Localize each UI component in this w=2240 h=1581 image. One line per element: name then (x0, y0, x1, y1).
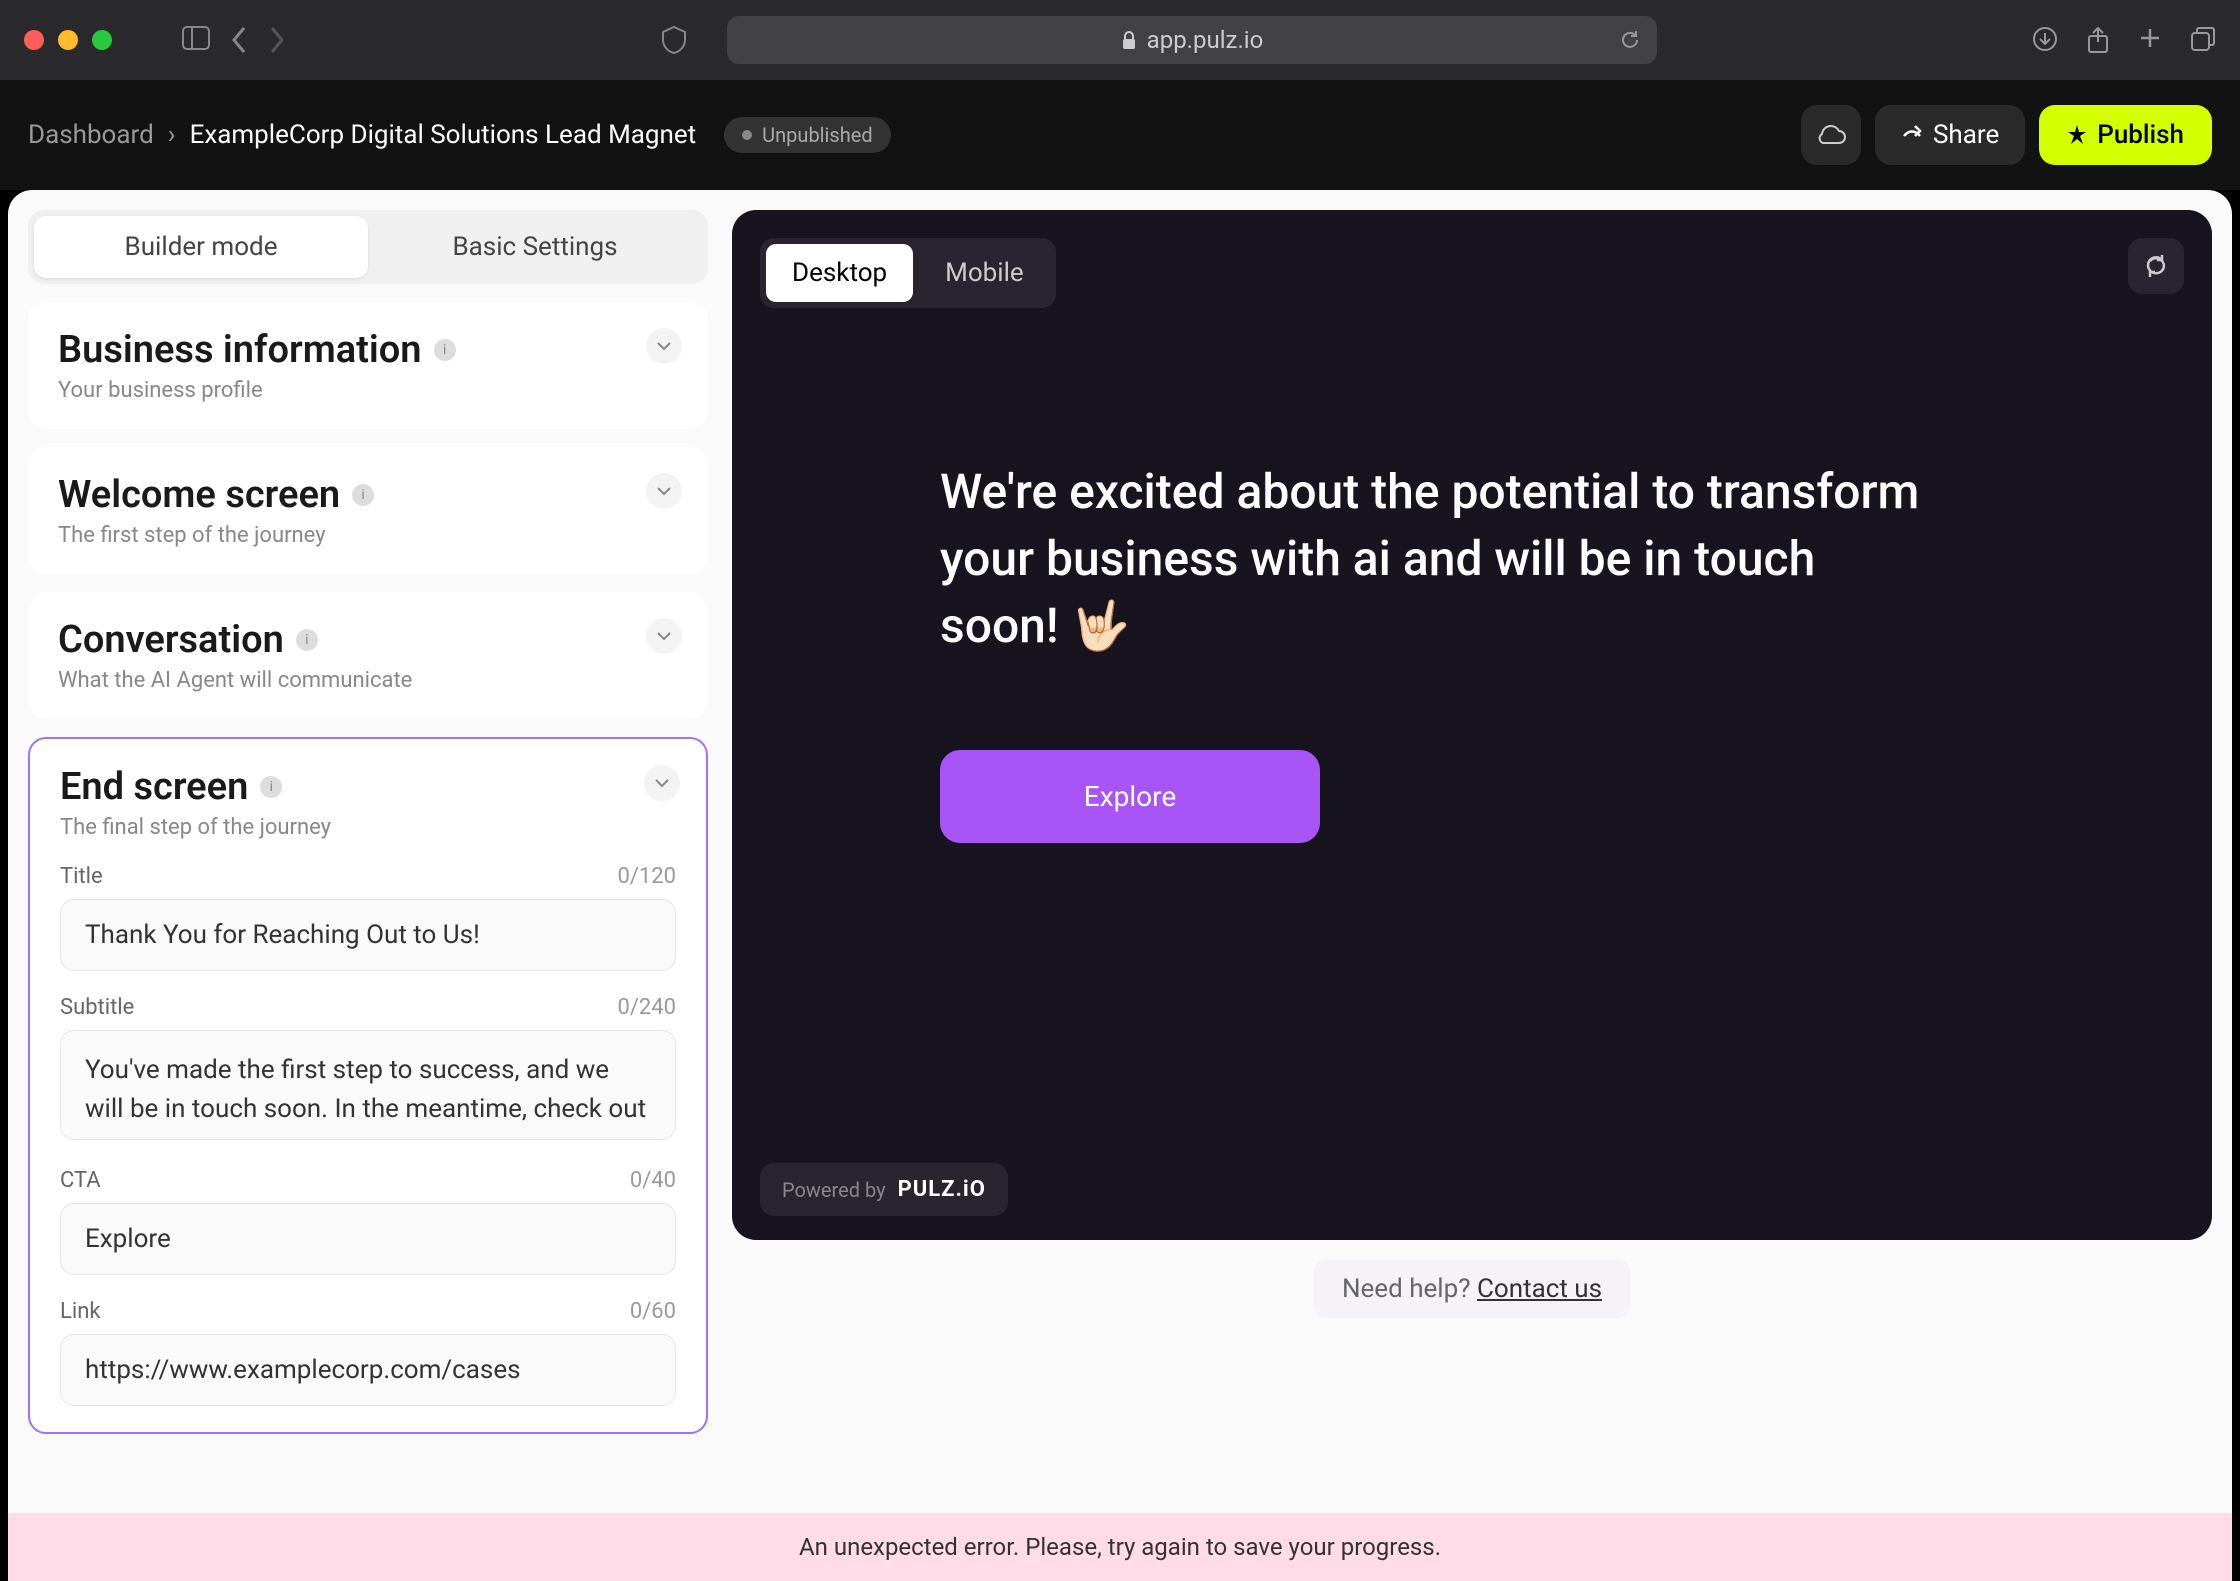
breadcrumb-separator: › (168, 120, 176, 150)
info-icon[interactable]: i (352, 484, 374, 506)
card-end-screen: End screen i The final step of the journ… (28, 737, 708, 1434)
sidebar-toggle-icon[interactable] (182, 26, 210, 54)
preview-content: We're excited about the potential to tra… (760, 458, 2184, 843)
card-title-text: Business information (58, 328, 422, 372)
back-button[interactable] (230, 26, 248, 54)
error-message: An unexpected error. Please, try again t… (799, 1533, 1441, 1561)
preview-cta-button[interactable]: Explore (940, 750, 1320, 843)
logo-text: PULZ.iO (898, 1177, 986, 1202)
refresh-preview-button[interactable] (2128, 238, 2184, 294)
cloud-button[interactable] (1801, 105, 1861, 165)
card-business-information[interactable]: Business information i Your business pro… (28, 302, 708, 429)
card-title-text: Conversation (58, 618, 284, 662)
browser-nav (182, 26, 286, 54)
field-subtitle: Subtitle 0/240 You've made the first ste… (60, 995, 676, 1144)
field-counter: 0/120 (617, 864, 676, 889)
status-badge: Unpublished (724, 117, 890, 153)
info-icon[interactable]: i (260, 776, 282, 798)
field-title: Title 0/120 (60, 864, 676, 971)
field-counter: 0/60 (630, 1299, 676, 1324)
field-label: CTA (60, 1168, 101, 1193)
collapse-button[interactable] (646, 328, 682, 364)
header-actions: Share Publish (1801, 105, 2212, 165)
info-icon[interactable]: i (434, 339, 456, 361)
field-counter: 0/40 (630, 1168, 676, 1193)
card-conversation[interactable]: Conversation i What the AI Agent will co… (28, 592, 708, 719)
card-subtitle: The final step of the journey (60, 815, 676, 840)
info-icon[interactable]: i (296, 629, 318, 651)
subtitle-input[interactable]: You've made the first step to success, a… (60, 1030, 676, 1140)
card-title-text: Welcome screen (58, 473, 340, 517)
tab-desktop[interactable]: Desktop (766, 244, 913, 302)
tab-builder-mode[interactable]: Builder mode (34, 216, 368, 278)
device-tabs: Desktop Mobile (760, 238, 1056, 308)
url-text: app.pulz.io (1147, 26, 1264, 54)
card-subtitle: What the AI Agent will communicate (58, 668, 678, 693)
field-label: Link (60, 1299, 101, 1324)
tab-mobile[interactable]: Mobile (919, 244, 1050, 302)
preview-panel: Desktop Mobile We're excited about the p… (732, 210, 2212, 1561)
downloads-icon[interactable] (2032, 26, 2058, 54)
share-browser-icon[interactable] (2086, 26, 2110, 54)
maximize-window-button[interactable] (92, 30, 112, 50)
close-window-button[interactable] (24, 30, 44, 50)
minimize-window-button[interactable] (58, 30, 78, 50)
url-bar[interactable]: app.pulz.io (727, 16, 1657, 64)
card-title-text: End screen (60, 765, 248, 809)
field-counter: 0/240 (617, 995, 676, 1020)
help-text: Need help? Contact us (1314, 1260, 1630, 1318)
cta-input[interactable] (60, 1203, 676, 1275)
collapse-button[interactable] (644, 765, 680, 801)
field-label: Title (60, 864, 103, 889)
field-cta: CTA 0/40 (60, 1168, 676, 1275)
collapse-button[interactable] (646, 473, 682, 509)
reload-icon[interactable] (1619, 29, 1641, 51)
contact-us-link[interactable]: Contact us (1477, 1274, 1602, 1304)
field-link: Link 0/60 (60, 1299, 676, 1406)
title-input[interactable] (60, 899, 676, 971)
card-subtitle: Your business profile (58, 378, 678, 403)
privacy-shield-icon[interactable] (661, 25, 687, 55)
status-dot (742, 130, 752, 140)
app-header: Dashboard › ExampleCorp Digital Solution… (0, 80, 2240, 190)
share-button[interactable]: Share (1875, 105, 2025, 165)
publish-button[interactable]: Publish (2039, 105, 2212, 165)
collapse-button[interactable] (646, 618, 682, 654)
forward-button[interactable] (268, 26, 286, 54)
status-text: Unpublished (762, 123, 872, 147)
publish-label: Publish (2097, 120, 2184, 150)
tab-basic-settings[interactable]: Basic Settings (368, 216, 702, 278)
link-input[interactable] (60, 1334, 676, 1406)
field-label: Subtitle (60, 995, 134, 1020)
new-tab-icon[interactable] (2138, 26, 2162, 54)
tabs-icon[interactable] (2190, 26, 2216, 54)
breadcrumb-current: ExampleCorp Digital Solutions Lead Magne… (190, 120, 697, 150)
left-panel: Builder mode Basic Settings Business inf… (28, 210, 708, 1561)
breadcrumb-dashboard[interactable]: Dashboard (28, 120, 154, 150)
error-banner: An unexpected error. Please, try again t… (8, 1513, 2232, 1581)
powered-by-text: Powered by (782, 1178, 886, 1202)
help-prefix: Need help? (1342, 1274, 1477, 1304)
mode-tabs: Builder mode Basic Settings (28, 210, 708, 284)
share-label: Share (1933, 120, 1999, 150)
browser-chrome: app.pulz.io (0, 0, 2240, 80)
card-welcome-screen[interactable]: Welcome screen i The first step of the j… (28, 447, 708, 574)
powered-by-badge[interactable]: Powered by PULZ.iO (760, 1163, 1008, 1216)
app-body: Builder mode Basic Settings Business inf… (8, 190, 2232, 1581)
lock-icon (1121, 30, 1137, 50)
card-subtitle: The first step of the journey (58, 523, 678, 548)
window-controls (24, 30, 112, 50)
preview-frame: Desktop Mobile We're excited about the p… (732, 210, 2212, 1240)
preview-title: We're excited about the potential to tra… (940, 458, 1920, 660)
browser-actions (2032, 26, 2216, 54)
breadcrumb: Dashboard › ExampleCorp Digital Solution… (28, 117, 891, 153)
